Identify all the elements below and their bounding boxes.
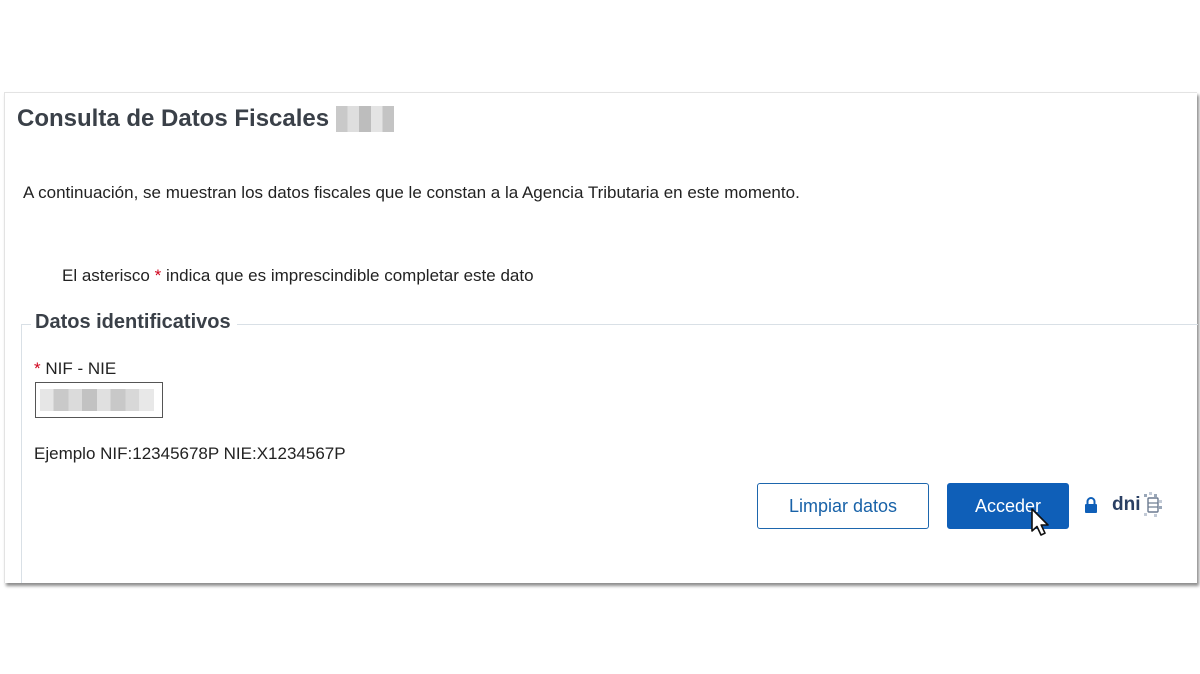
required-note-suffix: indica que es imprescindible completar e… — [161, 266, 534, 285]
clear-data-button[interactable]: Limpiar datos — [757, 483, 929, 529]
dni-logo-text: dni — [1112, 494, 1141, 515]
dni-logo: dni — [1112, 492, 1163, 518]
dni-chip-icon — [1143, 492, 1162, 517]
nif-required-mark: * — [34, 359, 41, 378]
nif-nie-label: * NIF - NIE — [34, 359, 116, 379]
page-title: Consulta de Datos Fiscales — [17, 105, 395, 133]
nif-example-text: Ejemplo NIF:12345678P NIE:X1234567P — [34, 444, 346, 463]
required-note-prefix: El asterisco — [62, 266, 155, 285]
nif-nie-input[interactable] — [35, 382, 163, 418]
redacted-nif-value — [40, 389, 154, 411]
mouse-pointer-icon — [1031, 508, 1049, 536]
intro-text: A continuación, se muestran los datos fi… — [23, 183, 800, 202]
redacted-year — [336, 106, 395, 132]
lock-icon — [1085, 497, 1097, 513]
page-title-text: Consulta de Datos Fiscales — [17, 105, 330, 132]
identification-fieldset: Datos identificativos * NIF - NIE Ejempl… — [21, 311, 1198, 583]
required-note: El asterisco * indica que es imprescindi… — [62, 266, 534, 286]
section-legend: Datos identificativos — [31, 311, 237, 334]
nif-label-text: NIF - NIE — [40, 359, 117, 378]
fiscal-data-panel: Consulta de Datos Fiscales A continuació… — [4, 92, 1198, 583]
